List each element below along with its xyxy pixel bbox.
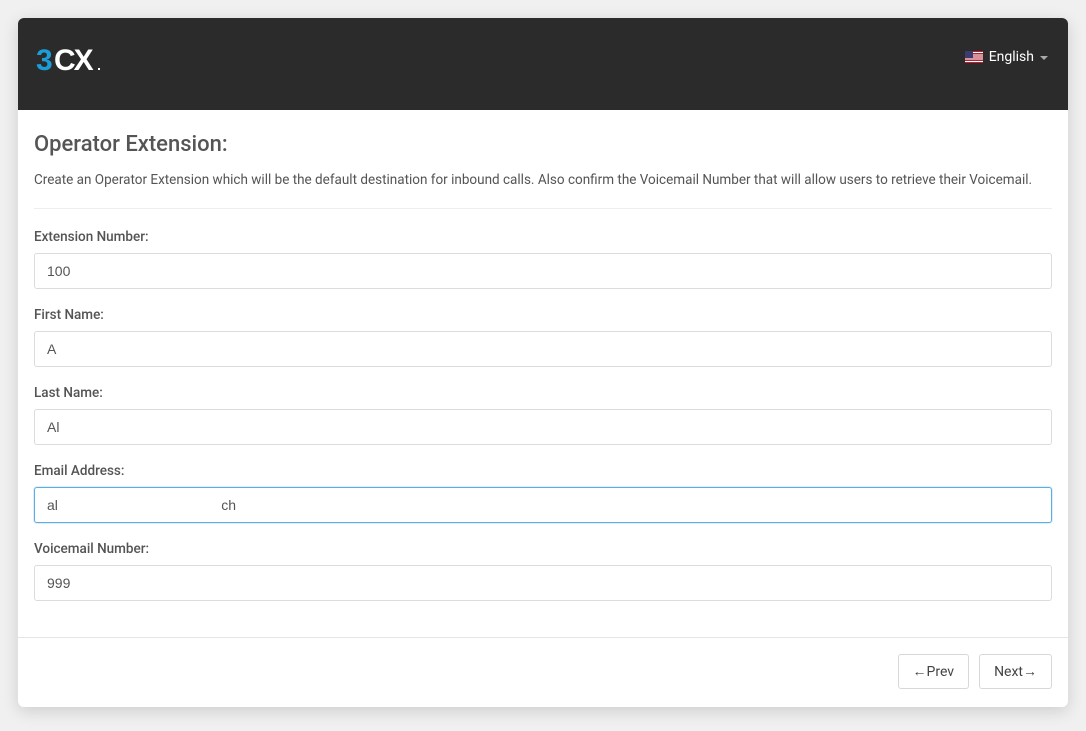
- footer-nav: ←Prev Next→: [18, 637, 1068, 707]
- svg-text:CX: CX: [54, 44, 94, 76]
- prev-button-label: ←Prev: [913, 664, 955, 680]
- language-label: English: [989, 49, 1034, 65]
- next-button-label: Next→: [994, 664, 1037, 680]
- first-name-input[interactable]: [34, 331, 1052, 367]
- form-group-last-name: Last Name:: [34, 385, 1052, 445]
- prev-button[interactable]: ←Prev: [898, 654, 970, 689]
- logo-svg: 3 CX: [36, 44, 128, 76]
- email-label: Email Address:: [34, 463, 1052, 479]
- form-group-voicemail: Voicemail Number:: [34, 541, 1052, 601]
- voicemail-number-label: Voicemail Number:: [34, 541, 1052, 557]
- last-name-label: Last Name:: [34, 385, 1052, 401]
- voicemail-number-input[interactable]: [34, 565, 1052, 601]
- caret-down-icon: [1040, 56, 1048, 60]
- next-button[interactable]: Next→: [979, 654, 1052, 689]
- first-name-label: First Name:: [34, 307, 1052, 323]
- wizard-panel: 3 CX English Operator Extension: Create …: [18, 18, 1068, 707]
- content-area: Operator Extension: Create an Operator E…: [18, 110, 1068, 637]
- header-bar: 3 CX English: [18, 18, 1068, 110]
- flag-icon: [965, 51, 983, 63]
- page-title: Operator Extension:: [34, 132, 1052, 157]
- svg-text:3: 3: [36, 44, 52, 76]
- last-name-input[interactable]: [34, 409, 1052, 445]
- form-group-extension: Extension Number:: [34, 229, 1052, 289]
- brand-logo: 3 CX: [36, 44, 128, 76]
- language-selector[interactable]: English: [965, 49, 1048, 65]
- form-group-email: Email Address:: [34, 463, 1052, 523]
- form-group-first-name: First Name:: [34, 307, 1052, 367]
- extension-number-input[interactable]: [34, 253, 1052, 289]
- page-description: Create an Operator Extension which will …: [34, 171, 1052, 209]
- email-input[interactable]: [34, 487, 1052, 523]
- extension-number-label: Extension Number:: [34, 229, 1052, 245]
